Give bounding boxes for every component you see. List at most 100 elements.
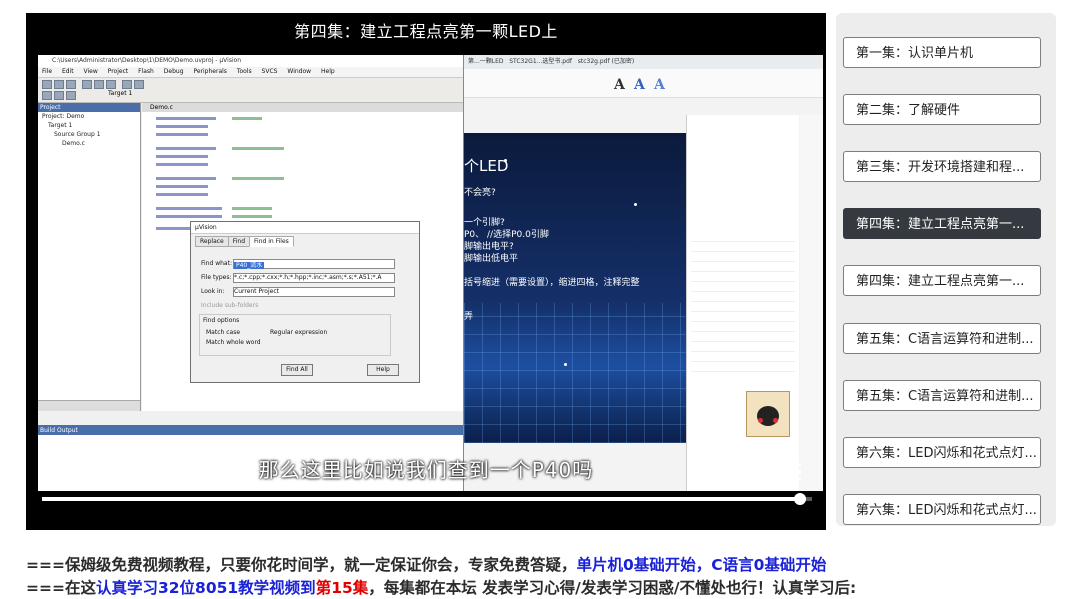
ide-window: C:\Users\Administrator\Desktop\1\DEMO\De… (38, 55, 464, 491)
code-comment (232, 177, 284, 180)
progress-fill (42, 497, 801, 501)
slide-grid-decoration (464, 303, 686, 443)
star-decoration (634, 203, 637, 206)
mascot-sticker (746, 391, 790, 437)
code-line (156, 117, 216, 120)
ide-title: C:\Users\Administrator\Desktop\1\DEMO\De… (38, 55, 463, 67)
volume-icon[interactable] (696, 463, 716, 481)
code-line (156, 155, 208, 158)
code-line (156, 227, 192, 230)
project-tree-item: Project: Demo (42, 113, 85, 120)
save-icon (66, 80, 76, 89)
match-case-checkbox: Match case (206, 329, 241, 336)
star-decoration (504, 159, 507, 162)
playlist-item[interactable]: 第五集：C语言运算符和进制... (843, 323, 1041, 354)
find-dialog-title: µVision (191, 222, 419, 234)
cut-icon (82, 80, 92, 89)
ppt-tabbar: 第...一颗LED STC32G1...选型书.pdf stc32g.pdf (… (464, 55, 823, 69)
more-options-icon[interactable] (796, 463, 802, 481)
ide-menu-item: Peripherals (193, 68, 227, 75)
look-in-select: Current Project (233, 287, 395, 297)
bear-cheek (773, 418, 778, 423)
code-line (156, 133, 208, 136)
editor-tab: Demo.c (142, 103, 463, 112)
slide-text: 弄 (464, 312, 474, 322)
tab-replace: Replace (195, 236, 229, 247)
code-line (156, 177, 216, 180)
code-line (156, 207, 222, 210)
pane-row (691, 265, 795, 272)
find-dialog-tabs: Replace Find Find in Files (195, 236, 294, 247)
playlist-item[interactable]: 第五集：C语言运算符和进制... (843, 380, 1041, 411)
code-comment (232, 207, 272, 210)
redo-icon (134, 80, 144, 89)
ppt-tab: STC32G1...选型书.pdf (509, 58, 572, 65)
ide-menubar: File Edit View Project Flash Debug Perip… (38, 67, 463, 77)
video-time: 34:00 / 34:31 (74, 464, 169, 480)
slide-text: 脚输出低电平 (464, 254, 519, 264)
description-line-1: ===保姆级免费视频教程，只要你花时间学，就一定保证你会，专家免费答疑，单片机0… (26, 553, 826, 575)
text-style-icon: A (634, 77, 645, 93)
build-icon (42, 91, 52, 100)
code-line (156, 193, 208, 196)
description-text: ===保姆级免费视频教程，只要你花时间学，就一定保证你会，专家免费答疑， (26, 556, 577, 574)
copy-icon (94, 80, 104, 89)
text-style-icon: A (614, 77, 625, 93)
video-title: 第四集：建立工程点亮第一颗LED上 (294, 22, 558, 41)
ide-menu-item: Edit (61, 68, 74, 75)
pane-row (691, 305, 795, 312)
project-tree-item: Source Group 1 (54, 131, 101, 138)
ide-menu-item: Window (287, 68, 312, 75)
open-file-icon (54, 80, 64, 89)
description-emphasis: 第15集 (315, 579, 369, 597)
slide-text: 个LED (464, 157, 509, 175)
project-header: Project (38, 103, 140, 112)
ppt-tab: 第...一颗LED (468, 58, 504, 65)
pane-row (691, 245, 795, 252)
playlist-item[interactable]: 第三集：开发环境搭建和程... (843, 151, 1041, 182)
ide-menu-item: Flash (138, 68, 154, 75)
playlist-item-active[interactable]: 第四集：建立工程点亮第一... (843, 208, 1041, 239)
include-subfolders-checkbox: Include sub-folders (201, 302, 259, 309)
ppt-ribbon: A A A (464, 69, 823, 98)
star-decoration (564, 363, 567, 366)
target-select: Target 1 (108, 90, 133, 97)
find-what-label: Find what: (201, 260, 232, 267)
pane-row (691, 335, 795, 342)
code-comment (232, 147, 284, 150)
ide-menu-item: Project (107, 68, 129, 75)
find-all-button: Find All (281, 364, 313, 376)
pane-row (691, 365, 795, 372)
pane-row (691, 315, 795, 322)
description-text: ，每集都在本坛 发表学习心得/发表学习困惑/不懂处也行！认真学习后: (368, 579, 857, 597)
progress-thumb[interactable] (794, 493, 807, 505)
pane-row (691, 345, 795, 352)
download-icon (66, 91, 76, 100)
pane-row (691, 275, 795, 282)
playlist-item[interactable]: 第六集：LED闪烁和花式点灯... (843, 437, 1041, 468)
ide-menu-item: Tools (236, 68, 252, 75)
find-what-value: P40_流水 (234, 262, 265, 269)
episode-playlist: 第一集：认识单片机 第二集：了解硬件 第三集：开发环境搭建和程... 第四集：建… (836, 13, 1056, 526)
find-dialog: µVision Replace Find Find in Files Find wh… (190, 221, 420, 383)
video-frame: C:\Users\Administrator\Desktop\1\DEMO\De… (38, 55, 823, 491)
playlist-item[interactable]: 第四集：建立工程点亮第一... (843, 265, 1041, 296)
video-player[interactable]: 第四集：建立工程点亮第一颗LED上 C:\Users\Administrator… (26, 13, 826, 530)
find-options-group: Find options Match case Regular expressi… (199, 314, 391, 356)
description-highlight: 认真学习32位8051教学视频到 (95, 579, 316, 597)
ppt-side-toolbar (800, 115, 823, 491)
pane-row (691, 295, 795, 302)
file-types-input: *.c;*.cpp;*.cxx;*.h;*.hpp;*.inc;*.asm;*.… (233, 273, 395, 283)
play-icon[interactable] (46, 467, 56, 479)
progress-bar[interactable] (42, 493, 812, 505)
playlist-item[interactable]: 第六集：LED闪烁和花式点灯... (843, 494, 1041, 525)
ide-toolbar: Target 1 (38, 77, 463, 103)
undo-icon (122, 80, 132, 89)
tab-find: Find (227, 236, 251, 247)
regex-checkbox: Regular expression (270, 329, 328, 336)
playlist-item[interactable]: 第一集：认识单片机 (843, 37, 1041, 68)
playlist-item[interactable]: 第二集：了解硬件 (843, 94, 1041, 125)
new-file-icon (42, 80, 52, 89)
fullscreen-icon[interactable] (744, 464, 760, 480)
whole-word-checkbox: Match whole word (206, 339, 261, 346)
